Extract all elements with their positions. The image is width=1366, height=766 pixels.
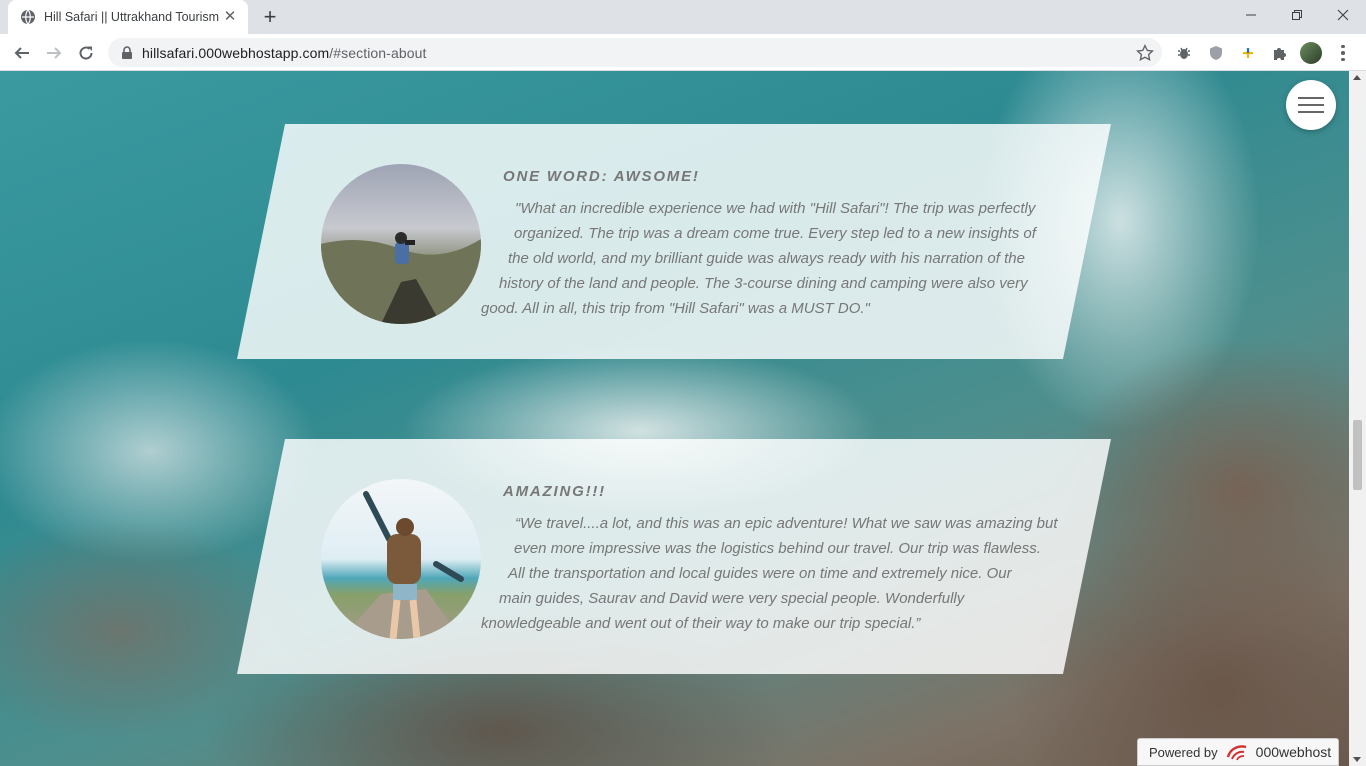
testimonial-line: the old world, and my brilliant guide wa… — [508, 250, 1025, 267]
testimonial-line: history of the land and people. The 3-co… — [499, 275, 1028, 292]
browser-tab[interactable]: Hill Safari || Uttrakhand Tourism ✕ — [8, 0, 248, 34]
testimonial-line: knowledgeable and went out of their way … — [481, 615, 921, 632]
scroll-down-arrow-icon[interactable] — [1353, 757, 1361, 762]
powered-by-label: Powered by — [1149, 744, 1218, 760]
scroll-thumb[interactable] — [1353, 420, 1362, 490]
hamburger-menu-icon[interactable] — [1286, 80, 1336, 130]
webhost-logo-icon — [1226, 745, 1246, 761]
maximize-icon[interactable] — [1274, 0, 1320, 30]
testimonial-photo-hiker — [321, 479, 481, 639]
lock-icon — [122, 45, 132, 59]
tab-title: Hill Safari || Uttrakhand Tourism — [44, 10, 220, 24]
page-viewport: ONE WORD: AWSOME! "What an incredible ex… — [0, 71, 1366, 766]
testimonial-text: "What an incredible experience we had wi… — [481, 196, 1071, 321]
reload-icon[interactable] — [74, 41, 98, 65]
address-bar[interactable]: hillsafari.000webhostapp.com/#section-ab… — [108, 38, 1162, 67]
testimonial-card: ONE WORD: AWSOME! "What an incredible ex… — [237, 124, 1111, 359]
testimonial-line: organized. The trip was a dream come tru… — [514, 225, 1036, 242]
testimonial-text: “We travel....a lot, and this was an epi… — [481, 511, 1071, 636]
testimonial-heading: ONE WORD: AWSOME! — [503, 168, 700, 185]
puzzle-extension-icon[interactable] — [1270, 43, 1290, 63]
forward-arrow-icon[interactable] — [42, 41, 66, 65]
browser-tab-bar: Hill Safari || Uttrakhand Tourism ✕ + — [0, 0, 1366, 34]
testimonial-line: All the transportation and local guides … — [508, 565, 1012, 582]
close-icon[interactable]: ✕ — [222, 9, 238, 25]
more-vert-icon[interactable] — [1334, 42, 1352, 64]
globe-icon — [21, 9, 35, 25]
browser-toolbar: hillsafari.000webhostapp.com/#section-ab… — [0, 34, 1366, 71]
powered-by-badge[interactable]: Powered by 000webhost — [1137, 738, 1339, 766]
testimonial-photo-photographer — [321, 164, 481, 324]
shield-extension-icon[interactable] — [1206, 43, 1226, 63]
testimonial-line: "What an incredible experience we had wi… — [515, 200, 1036, 217]
scroll-up-arrow-icon[interactable] — [1353, 75, 1361, 80]
page-scrollbar[interactable] — [1349, 71, 1366, 766]
testimonial-line: good. All in all, this trip from "Hill S… — [481, 300, 870, 317]
bug-extension-icon[interactable] — [1174, 43, 1194, 63]
testimonial-line: even more impressive was the logistics b… — [514, 540, 1041, 557]
powered-by-brand: 000webhost — [1255, 744, 1332, 760]
testimonial-heading: AMAZING!!! — [503, 483, 606, 500]
avatar[interactable] — [1300, 42, 1322, 64]
close-window-icon[interactable] — [1320, 0, 1366, 30]
testimonial-line: “We travel....a lot, and this was an epi… — [515, 515, 1058, 532]
testimonial-card: AMAZING!!! “We travel....a lot, and this… — [237, 439, 1111, 674]
url-text: hillsafari.000webhostapp.com/#section-ab… — [142, 44, 427, 61]
back-arrow-icon[interactable] — [10, 41, 34, 65]
plus-icon[interactable]: + — [258, 6, 282, 28]
star-icon[interactable] — [1136, 44, 1154, 62]
testimonial-line: main guides, Saurav and David were very … — [499, 590, 965, 607]
plus-extension-icon[interactable] — [1238, 43, 1258, 63]
minimize-icon[interactable] — [1228, 0, 1274, 30]
